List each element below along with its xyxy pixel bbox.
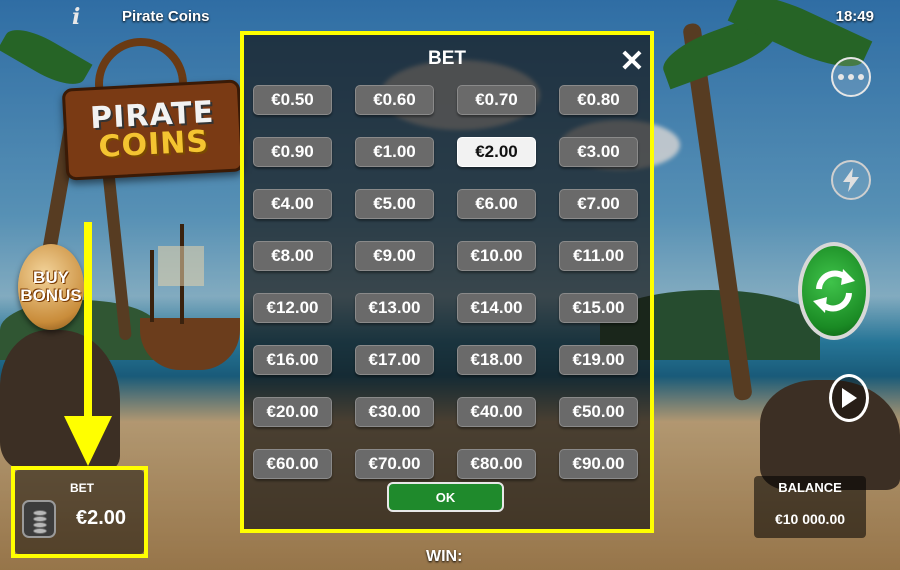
bet-option-button[interactable]: €70.00: [355, 449, 434, 479]
bet-option-button[interactable]: €19.00: [559, 345, 638, 375]
spin-arrows-icon: [813, 269, 855, 313]
autoplay-button[interactable]: [829, 374, 869, 422]
game-logo: PIRATE COINS: [61, 79, 245, 181]
bet-option-button[interactable]: €9.00: [355, 241, 434, 271]
more-dots-icon-dot: [848, 74, 854, 80]
buy-bonus-label-line2: BONUS: [20, 286, 82, 305]
bet-option-button[interactable]: €20.00: [253, 397, 332, 427]
bet-option-button[interactable]: €0.90: [253, 137, 332, 167]
bet-option-button[interactable]: €6.00: [457, 189, 536, 219]
annotation-highlight-bet: [11, 466, 148, 558]
bet-option-button[interactable]: €1.00: [355, 137, 434, 167]
close-icon: ✕: [619, 44, 645, 78]
bet-option-button[interactable]: €16.00: [253, 345, 332, 375]
buy-bonus-label-line1: BUY: [33, 268, 69, 287]
ship-sail: [158, 246, 204, 286]
bet-option-button[interactable]: €0.70: [457, 85, 536, 115]
bet-option-button[interactable]: €18.00: [457, 345, 536, 375]
bet-option-button[interactable]: €14.00: [457, 293, 536, 323]
bet-option-button[interactable]: €17.00: [355, 345, 434, 375]
more-dots-icon-dot: [858, 74, 864, 80]
ok-button[interactable]: OK: [387, 482, 504, 512]
bet-option-button[interactable]: €80.00: [457, 449, 536, 479]
bet-option-button[interactable]: €15.00: [559, 293, 638, 323]
play-icon: [842, 388, 857, 408]
bet-option-button[interactable]: €5.00: [355, 189, 434, 219]
win-label: WIN:: [426, 548, 463, 565]
clock-time: 18:49: [835, 8, 874, 25]
bet-option-button[interactable]: €8.00: [253, 241, 332, 271]
logo-text-coins: COINS: [97, 124, 210, 165]
more-dots-icon: [838, 74, 844, 80]
ok-label: OK: [435, 489, 456, 505]
bet-option-button[interactable]: €30.00: [355, 397, 434, 427]
bet-option-button[interactable]: €90.00: [559, 449, 638, 479]
bet-option-button[interactable]: €40.00: [457, 397, 536, 427]
more-options-button[interactable]: [831, 57, 871, 97]
bet-option-button[interactable]: €13.00: [355, 293, 434, 323]
close-button[interactable]: ✕: [618, 44, 646, 78]
turbo-button[interactable]: [831, 160, 871, 200]
bet-option-button[interactable]: €0.60: [355, 85, 434, 115]
top-bar: i Pirate Coins 18:49: [0, 0, 900, 34]
info-icon[interactable]: i: [72, 4, 80, 30]
bet-option-button[interactable]: €0.80: [559, 85, 638, 115]
ship-mast: [150, 250, 154, 322]
bet-option-button[interactable]: €12.00: [253, 293, 332, 323]
bet-option-button[interactable]: €3.00: [559, 137, 638, 167]
spin-button[interactable]: [798, 242, 870, 340]
app-title: Pirate Coins: [122, 8, 210, 25]
balance-value: €10 000.00: [774, 511, 846, 527]
bet-option-button[interactable]: €60.00: [253, 449, 332, 479]
bet-option-button[interactable]: €50.00: [559, 397, 638, 427]
lightning-icon: [843, 168, 859, 192]
bet-option-button[interactable]: €2.00: [457, 137, 536, 167]
balance-label: BALANCE: [778, 480, 842, 495]
bet-option-button[interactable]: €11.00: [559, 241, 638, 271]
bet-options-grid: €0.50 €0.60 €0.70 €0.80 €0.90 €1.00 €2.00 €3.00…: [253, 85, 638, 479]
bet-option-button[interactable]: €7.00: [559, 189, 638, 219]
bet-option-button[interactable]: €4.00: [253, 189, 332, 219]
buy-bonus-button[interactable]: BUY BONUS: [18, 244, 84, 330]
annotation-arrow-head: [64, 416, 112, 466]
bet-option-button[interactable]: €10.00: [457, 241, 536, 271]
annotation-arrow: [84, 222, 92, 422]
bet-option-button[interactable]: €0.50: [253, 85, 332, 115]
modal-title: BET: [428, 48, 466, 69]
